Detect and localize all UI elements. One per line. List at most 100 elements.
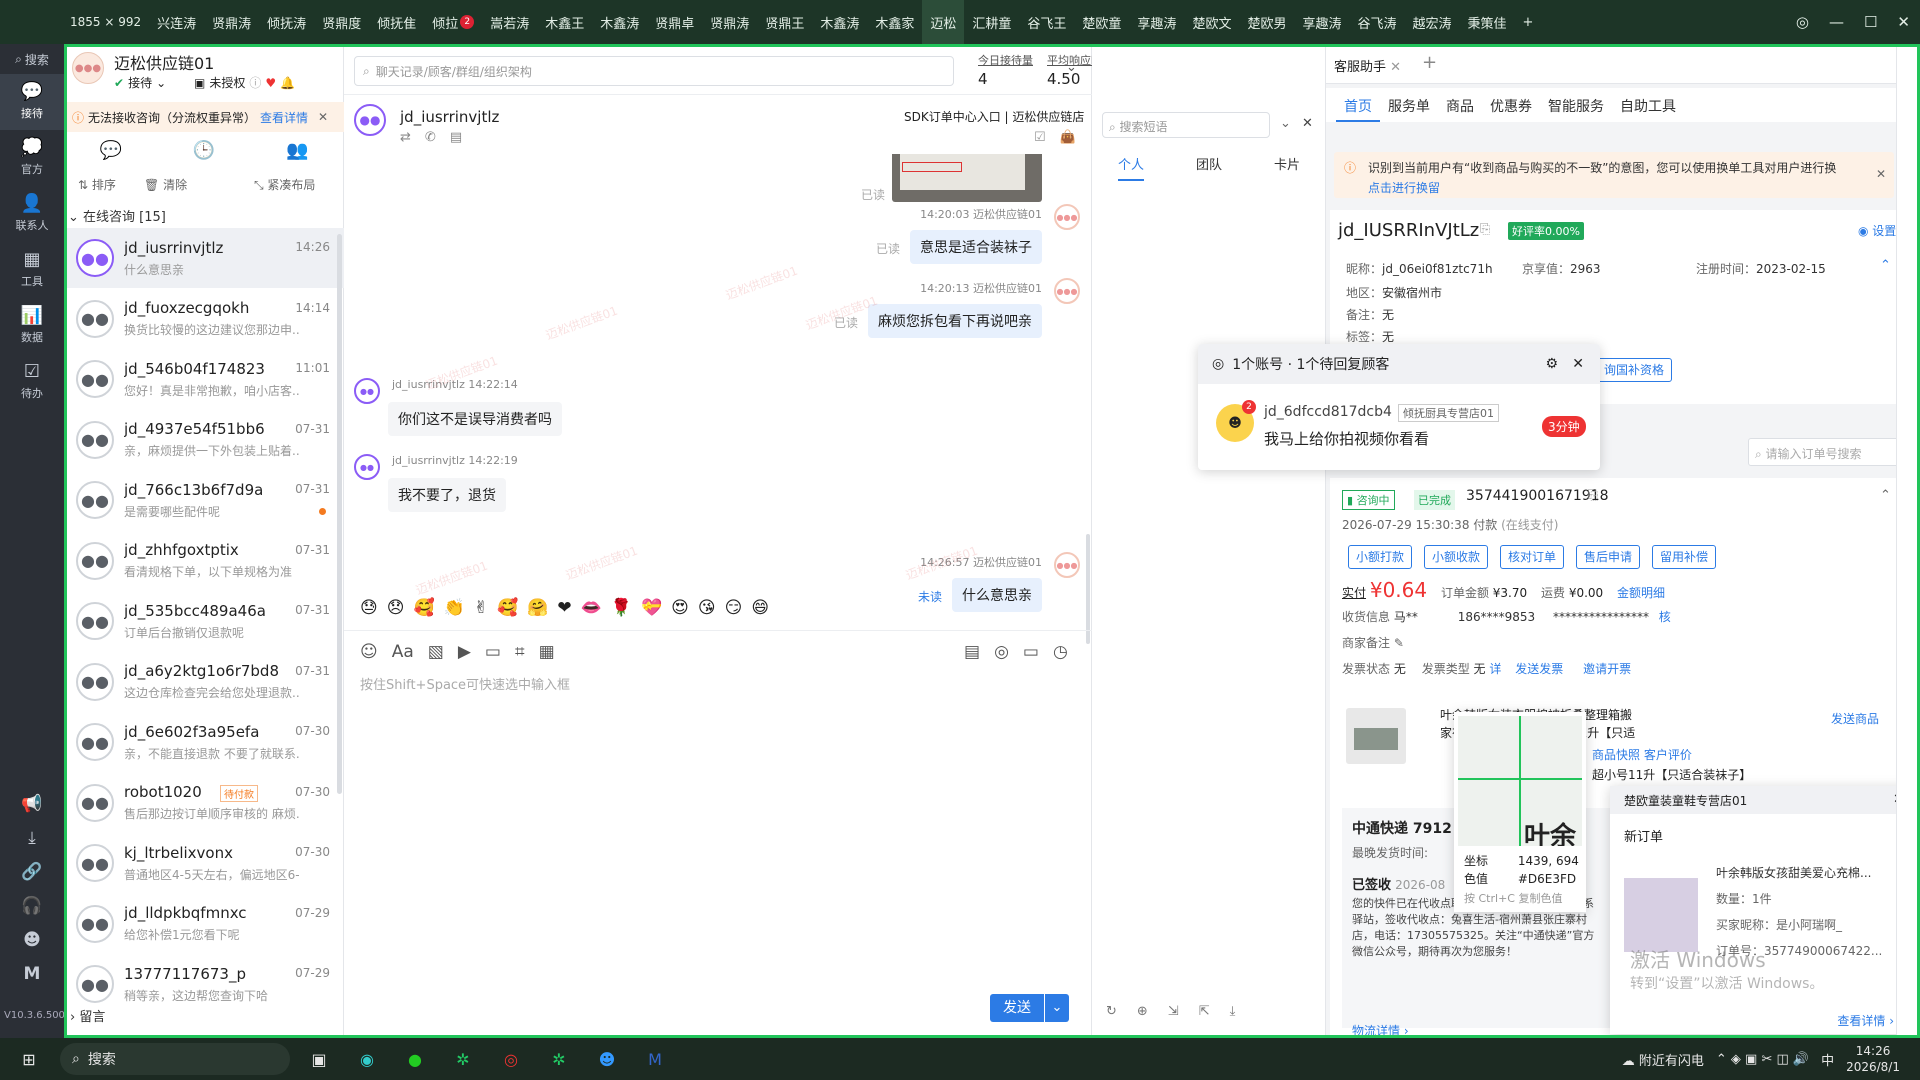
- received-message[interactable]: 你们这不是误导消费者吗: [388, 402, 562, 436]
- tray-icons[interactable]: ⌃ ◈ ▣ ✂ ◫ 🔊: [1716, 1052, 1809, 1067]
- shop-tab[interactable]: 嵩若涛: [482, 0, 537, 44]
- link-icon[interactable]: 🔗: [21, 862, 42, 882]
- session-row[interactable]: ●● jd_6e602f3a95efa 亲，不能直接退款 不要了就联系... 07-3…: [64, 712, 344, 772]
- order-action-button[interactable]: 售后申请: [1576, 545, 1641, 569]
- ime-indicator[interactable]: 中: [1821, 1050, 1834, 1069]
- shop-tab[interactable]: 秉策佳: [1460, 0, 1515, 44]
- history-tab-icon[interactable]: 🕒: [193, 140, 215, 176]
- shop-tab[interactable]: 贤鼎度: [314, 0, 369, 44]
- clock-icon[interactable]: ◷: [1053, 642, 1068, 662]
- send-button[interactable]: 发送: [990, 994, 1044, 1022]
- sent-message[interactable]: 什么意思亲: [952, 578, 1042, 612]
- sent-message[interactable]: 意思是适合装袜子: [910, 230, 1042, 264]
- session-row[interactable]: ●● kj_ltrbelixvonx 普通地区4-5天左右，偏远地区6-... 07-…: [64, 833, 344, 893]
- clock[interactable]: 14:26 2026/8/1: [1846, 1043, 1900, 1075]
- reception-status[interactable]: ✔ 接待 ⌄: [114, 74, 166, 91]
- shop-avatar[interactable]: ●●●: [72, 52, 104, 84]
- message-icon[interactable]: ▭: [1023, 642, 1039, 662]
- export-icon[interactable]: ⇱: [1199, 1004, 1210, 1019]
- shop-tab[interactable]: 迈松: [922, 0, 965, 44]
- bag-icon[interactable]: 👜: [1060, 130, 1076, 145]
- nav-contacts[interactable]: 👤 联系人: [0, 186, 64, 242]
- alert-link[interactable]: 点击进行换留: [1368, 181, 1440, 195]
- taskbar-search[interactable]: ⌕ 搜索: [60, 1043, 290, 1075]
- assistant-nav-item[interactable]: 智能服务: [1540, 88, 1612, 122]
- phrase-tab[interactable]: 团队: [1196, 154, 1222, 181]
- close-icon[interactable]: ✕: [318, 110, 328, 124]
- close-icon[interactable]: ✕: [1390, 60, 1401, 75]
- collapse-icon[interactable]: ⌃: [1880, 488, 1891, 503]
- emoji-item[interactable]: 🤗: [527, 598, 548, 618]
- table-icon[interactable]: ▦: [539, 642, 555, 662]
- session-row[interactable]: ●● jd_4937e54f51bb6 亲，麻烦提供一下外包装上贴着... 07-31: [64, 410, 344, 470]
- nav-data[interactable]: 📊 数据: [0, 298, 64, 354]
- archive-icon[interactable]: ▤: [964, 642, 980, 662]
- shop-tab[interactable]: 倾抚隹: [369, 0, 424, 44]
- nav-chat[interactable]: 💬 接待: [0, 74, 64, 130]
- order-action-button[interactable]: 小额打款: [1348, 545, 1413, 569]
- download-icon[interactable]: ⤓: [1230, 1004, 1236, 1019]
- sent-message[interactable]: 麻烦您拆包看下再说吧亲: [868, 304, 1042, 338]
- product-image[interactable]: [1346, 708, 1406, 764]
- send-product-button[interactable]: 发送商品: [1824, 708, 1887, 732]
- shop-tab[interactable]: 木鑫王: [537, 0, 592, 44]
- close-icon[interactable]: ✕: [1302, 116, 1313, 131]
- send-options-button[interactable]: ⌄: [1045, 994, 1069, 1022]
- settings-icon[interactable]: ⚙: [1545, 356, 1558, 372]
- transfer-icon[interactable]: ⇄: [400, 130, 411, 145]
- video-icon[interactable]: ▶: [458, 642, 471, 662]
- session-row[interactable]: ●● jd_766c13b6f7d9a 是需要哪些配件呢 07-31: [64, 470, 344, 530]
- session-row[interactable]: ●● jd_546b04f174823 您好！真是非常抱歉，咱小店客... 11:01: [64, 349, 344, 409]
- close-icon[interactable]: ✕: [1876, 164, 1886, 184]
- assistant-nav-item[interactable]: 优惠券: [1482, 88, 1540, 122]
- add-tab-icon[interactable]: +: [1422, 52, 1437, 73]
- tab-assistant[interactable]: 客服助手 ✕: [1334, 56, 1401, 75]
- phrase-tab[interactable]: 卡片: [1274, 154, 1300, 181]
- emoji-item[interactable]: 😞: [387, 598, 405, 618]
- chat-tab-icon[interactable]: 💬: [99, 140, 121, 176]
- refresh-icon[interactable]: ↻: [1106, 1004, 1117, 1019]
- session-row[interactable]: ●● jd_535bcc489a46a 订单后台撤销仅退款呢 07-31: [64, 591, 344, 651]
- shop-tab[interactable]: 木鑫涛: [592, 0, 647, 44]
- invite-invoice-link[interactable]: 邀请开票: [1583, 662, 1631, 676]
- stats-expand-icon[interactable]: ⌄: [1066, 60, 1077, 75]
- minimize-icon[interactable]: —: [1829, 13, 1844, 31]
- emoji-item[interactable]: 👄: [581, 598, 602, 618]
- order-action-button[interactable]: 核对订单: [1500, 545, 1565, 569]
- edge-icon[interactable]: ◉: [348, 1044, 386, 1074]
- toast-detail-link[interactable]: 查看详情 ›: [1837, 1012, 1894, 1029]
- track-detail-link[interactable]: 物流详情 ›: [1352, 1022, 1409, 1039]
- emoji-item[interactable]: 🌹: [611, 598, 632, 618]
- app-icon[interactable]: ✲: [444, 1044, 482, 1074]
- received-message[interactable]: 我不要了，退货: [388, 478, 506, 512]
- add-icon[interactable]: ⊕: [1137, 1004, 1148, 1019]
- session-row[interactable]: ●● jd_lldpkbqfmnxc 给您补偿1元您看下呢 07-29: [64, 894, 344, 954]
- online-group-header[interactable]: ⌄ 在线咨询 [15]: [68, 206, 166, 225]
- settings-link[interactable]: ◉ 设置: [1858, 222, 1896, 239]
- auth-status[interactable]: ▣ 未授权 ⓘ ♥ 🔔: [194, 74, 295, 91]
- app-icon[interactable]: ☻: [588, 1044, 626, 1074]
- assistant-nav-item[interactable]: 自助工具: [1612, 88, 1684, 122]
- message-area[interactable]: 已读 14:20:03 迈松供应链01 意思是适合装袜子 ●●● 已读 14:20:13…: [344, 154, 1092, 669]
- font-icon[interactable]: Aa: [392, 642, 414, 662]
- verify-link[interactable]: 核: [1659, 610, 1671, 624]
- shop-tab[interactable]: 享趣涛: [1294, 0, 1349, 44]
- assistant-nav-item[interactable]: 商品: [1438, 88, 1482, 122]
- send-invoice-link[interactable]: 发送发票: [1515, 662, 1563, 676]
- copy-icon[interactable]: ⎘: [1480, 222, 1490, 237]
- assistant-nav-item[interactable]: 服务单: [1380, 88, 1438, 122]
- shop-tab[interactable]: 越宏涛: [1405, 0, 1460, 44]
- amount-detail-link[interactable]: 金额明细: [1617, 586, 1665, 600]
- order-icon[interactable]: ◎: [994, 642, 1009, 662]
- compensation-button[interactable]: 询国补资格: [1596, 358, 1673, 382]
- import-icon[interactable]: ⇲: [1168, 1004, 1179, 1019]
- collapse-icon[interactable]: ⌃: [1880, 258, 1891, 273]
- emoji-item[interactable]: 🥰: [413, 598, 434, 618]
- merchant-note[interactable]: 商家备注 ✎: [1342, 634, 1404, 651]
- sort-button[interactable]: ⇅ 排序: [78, 176, 116, 193]
- close-icon[interactable]: ✕: [1572, 356, 1584, 372]
- shop-tab[interactable]: 汇耕童: [964, 0, 1019, 44]
- nav-search[interactable]: ⌕ 搜索: [0, 44, 64, 74]
- session-row[interactable]: ●● 13777117673_p 稍等亲，这边帮您查询下哈 07-29: [64, 954, 344, 1014]
- start-icon[interactable]: ⊞: [10, 1044, 48, 1074]
